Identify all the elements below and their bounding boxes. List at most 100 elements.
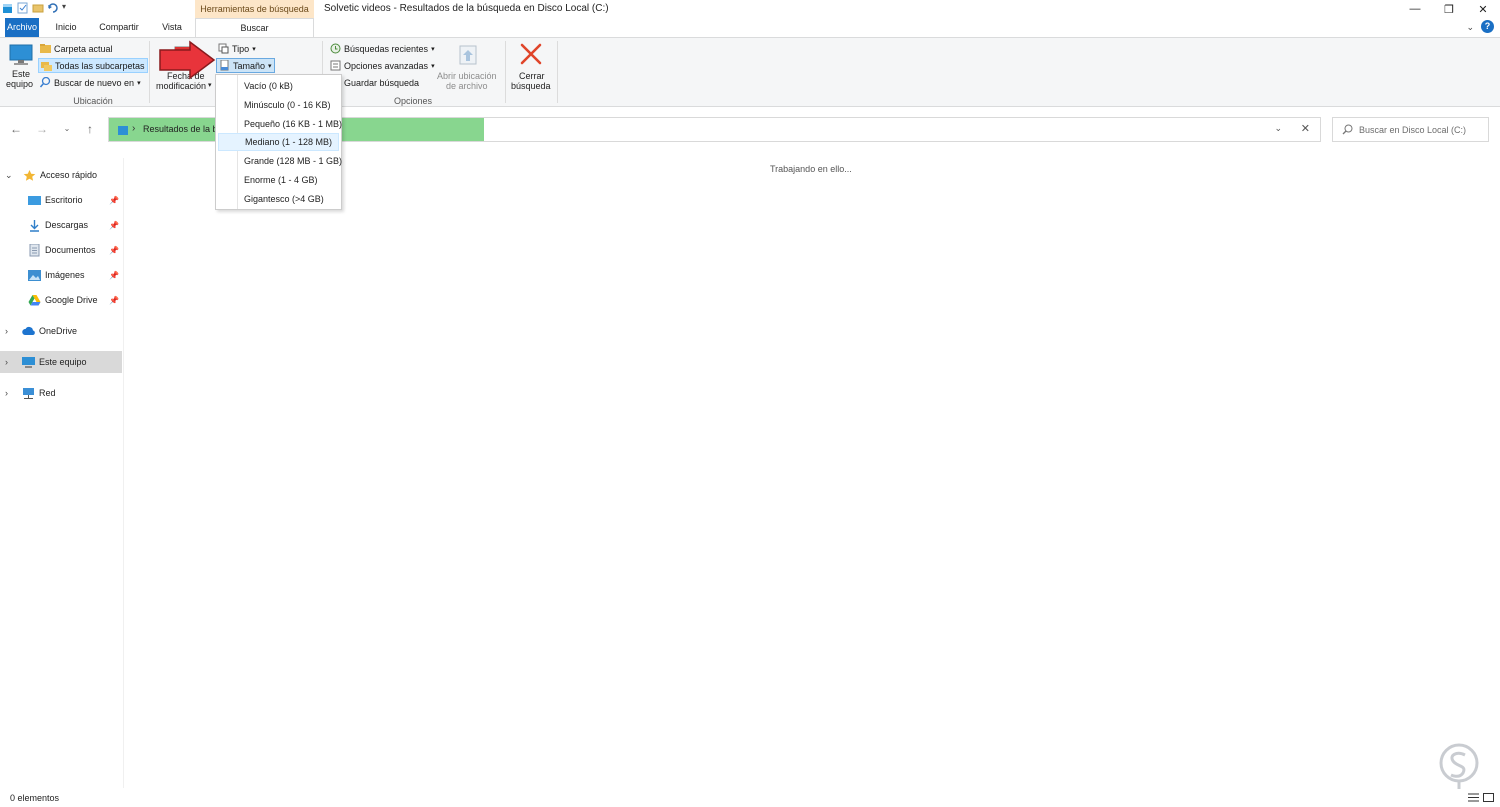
- opciones-avanzadas-button[interactable]: Opciones avanzadas ▾: [328, 58, 437, 73]
- chevron-down-icon: ▾: [208, 82, 212, 89]
- breadcrumb-chevron-icon: ›: [132, 123, 136, 134]
- chevron-down-icon[interactable]: ⌄: [5, 170, 15, 181]
- address-path[interactable]: Resultados de la b: [143, 124, 218, 134]
- size-filter-menu: Vacío (0 kB) Minúsculo (0 - 16 KB) Peque…: [215, 74, 342, 210]
- solvetic-watermark-logo: [1439, 743, 1479, 789]
- carpeta-actual-button[interactable]: Carpeta actual: [38, 41, 115, 56]
- recent-searches-icon: [330, 43, 341, 54]
- close-button[interactable]: ✕: [1466, 0, 1500, 18]
- navigation-pane: ⌄ Acceso rápido Escritorio 📌 Descargas 📌…: [0, 158, 124, 788]
- nav-label: Imágenes: [45, 270, 85, 280]
- menu-item-gigantesco[interactable]: Gigantesco (>4 GB): [218, 190, 339, 208]
- menu-item-grande[interactable]: Grande (128 MB - 1 GB): [218, 152, 342, 170]
- abrir-ubicacion-button[interactable]: Abrir ubicación de archivo: [434, 44, 502, 92]
- chevron-right-icon[interactable]: ›: [5, 388, 15, 398]
- tab-archivo[interactable]: Archivo: [5, 18, 39, 37]
- menu-item-enorme[interactable]: Enorme (1 - 4 GB): [218, 171, 339, 189]
- nav-escritorio[interactable]: Escritorio 📌: [0, 189, 122, 211]
- carpeta-actual-label: Carpeta actual: [54, 43, 113, 54]
- tab-compartir[interactable]: Compartir: [94, 18, 144, 37]
- busquedas-recientes-button[interactable]: Búsquedas recientes ▾: [328, 41, 437, 56]
- guardar-busqueda-label: Guardar búsqueda: [344, 77, 420, 88]
- pictures-icon: [28, 269, 41, 281]
- cerrar-label-1: Cerrar: [519, 71, 545, 81]
- chevron-down-icon: ▾: [137, 79, 141, 87]
- tab-inicio[interactable]: Inicio: [48, 18, 84, 37]
- chevron-down-icon: ▾: [268, 62, 272, 70]
- ribbon-tabs: Archivo Inicio Compartir Vista Buscar: [0, 18, 1500, 38]
- address-history-icon[interactable]: ⌄: [1274, 123, 1282, 134]
- nav-acceso-rapido[interactable]: ⌄ Acceso rápido: [0, 164, 122, 186]
- tab-buscar[interactable]: Buscar: [195, 18, 314, 38]
- chevron-right-icon[interactable]: ›: [5, 326, 15, 336]
- search-icon: [1342, 124, 1353, 135]
- status-bar: 0 elementos: [0, 788, 1500, 807]
- chevron-right-icon[interactable]: ›: [5, 357, 15, 367]
- buscar-de-nuevo-button[interactable]: Buscar de nuevo en ▾: [38, 75, 143, 90]
- computer-icon: [22, 356, 35, 368]
- menu-item-mediano[interactable]: Mediano (1 - 128 MB): [218, 133, 339, 151]
- nav-label: Google Drive: [45, 295, 98, 305]
- search-placeholder: Buscar en Disco Local (C:): [1359, 124, 1467, 135]
- nav-documentos[interactable]: Documentos 📌: [0, 239, 122, 261]
- cloud-icon: [22, 326, 35, 335]
- qat-customize-icon[interactable]: ▾: [62, 2, 70, 14]
- menu-item-minusculo[interactable]: Minúsculo (0 - 16 KB): [218, 96, 339, 114]
- tipo-label: Tipo: [232, 43, 250, 54]
- new-folder-icon[interactable]: [32, 2, 44, 14]
- menu-item-pequeno[interactable]: Pequeño (16 KB - 1 MB): [218, 115, 342, 133]
- nav-onedrive[interactable]: › OneDrive: [0, 320, 122, 342]
- tamano-label: Tamaño: [233, 60, 266, 71]
- recent-locations-icon[interactable]: ⌄: [59, 121, 75, 137]
- close-search-icon: [520, 43, 542, 65]
- properties-icon[interactable]: [17, 2, 28, 14]
- minimize-button[interactable]: —: [1398, 0, 1432, 18]
- cerrar-label-2: búsqueda: [511, 81, 551, 91]
- details-view-icon[interactable]: [1468, 792, 1479, 803]
- maximize-button[interactable]: ❐: [1432, 0, 1466, 18]
- large-icons-view-icon[interactable]: [1483, 792, 1494, 803]
- abrir-ubicacion-label-2: de archivo: [446, 81, 488, 91]
- pin-icon: 📌: [109, 220, 119, 230]
- advanced-options-icon: [330, 60, 341, 71]
- abrir-ubicacion-label-1: Abrir ubicación: [437, 71, 497, 81]
- group-separator: [505, 41, 506, 103]
- nav-label: Este equipo: [39, 357, 87, 367]
- subfolders-icon: [41, 62, 52, 71]
- nav-descargas[interactable]: Descargas 📌: [0, 214, 122, 236]
- nav-label: Documentos: [45, 245, 96, 255]
- stop-search-icon[interactable]: ✕: [1301, 122, 1310, 135]
- file-size-icon: [220, 60, 229, 71]
- tab-vista[interactable]: Vista: [155, 18, 189, 37]
- nav-red[interactable]: › Red: [0, 382, 122, 404]
- window-title: Solvetic videos - Resultados de la búsqu…: [324, 3, 609, 14]
- ribbon-collapse-icon[interactable]: ⌄: [1466, 22, 1474, 33]
- cerrar-busqueda-button[interactable]: Cerrar búsqueda: [508, 42, 554, 92]
- este-equipo-label-1: Este: [12, 69, 31, 79]
- open-location-icon: [459, 45, 477, 65]
- nav-imagenes[interactable]: Imágenes 📌: [0, 264, 122, 286]
- help-icon[interactable]: ?: [1481, 20, 1494, 33]
- buscar-de-nuevo-label: Buscar de nuevo en: [54, 77, 135, 88]
- todas-subcarpetas-label: Todas las subcarpetas: [55, 60, 145, 71]
- documents-icon: [29, 243, 40, 256]
- opciones-avanzadas-label: Opciones avanzadas: [344, 60, 429, 71]
- red-arrow-annotation: [159, 40, 216, 80]
- undo-icon[interactable]: [47, 2, 58, 14]
- todas-subcarpetas-button[interactable]: Todas las subcarpetas: [38, 58, 148, 73]
- search-input[interactable]: Buscar en Disco Local (C:): [1332, 117, 1489, 142]
- nav-este-equipo[interactable]: › Este equipo: [0, 351, 122, 373]
- este-equipo-button[interactable]: Este equipo: [5, 44, 37, 92]
- menu-item-vacio[interactable]: Vacío (0 kB): [218, 77, 339, 95]
- quick-access-toolbar: ▾: [2, 2, 70, 14]
- tipo-button[interactable]: Tipo ▾: [216, 41, 258, 56]
- forward-arrow-icon[interactable]: →: [34, 121, 50, 137]
- up-arrow-icon[interactable]: ↑: [82, 121, 98, 137]
- folder-icon: [40, 44, 51, 53]
- tamano-button[interactable]: Tamaño ▾: [216, 58, 275, 73]
- back-arrow-icon[interactable]: ←: [8, 121, 24, 137]
- opciones-group-label: Opciones: [393, 96, 433, 106]
- nav-google-drive[interactable]: Google Drive 📌: [0, 289, 122, 311]
- search-status-text: Trabajando en ello...: [770, 164, 852, 174]
- computer-icon: [9, 44, 33, 65]
